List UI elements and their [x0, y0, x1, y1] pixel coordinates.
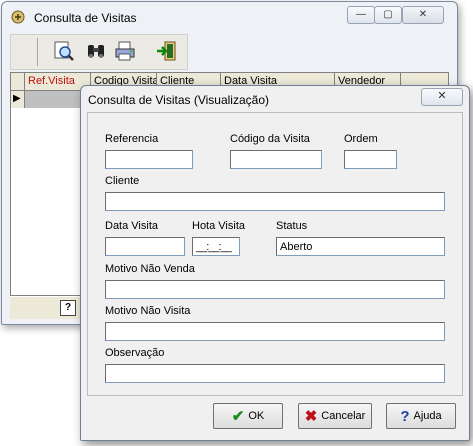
maximize-button[interactable]: ▢: [374, 6, 402, 24]
check-icon: ✔: [231, 407, 245, 425]
ajuda-button[interactable]: ? Ajuda: [386, 403, 456, 429]
cancel-icon: ✖: [304, 407, 318, 425]
dialog-titlebar[interactable]: Consulta de Visitas (Visualização) ✕: [81, 86, 469, 110]
motivo-nao-visita-label: Motivo Não Visita: [105, 305, 191, 317]
ok-button[interactable]: ✔ OK: [213, 403, 283, 429]
window-title: Consulta de Visitas: [34, 11, 137, 25]
ajuda-button-label: Ajuda: [413, 410, 442, 422]
motivo-nao-venda-field[interactable]: [105, 280, 445, 299]
help-icon: ?: [400, 407, 410, 425]
dialog-close-button[interactable]: ✕: [421, 88, 463, 106]
ordem-label: Ordem: [344, 133, 378, 145]
motivo-nao-visita-field[interactable]: [105, 322, 445, 341]
visualizacao-dialog: Consulta de Visitas (Visualização) ✕ Ref…: [80, 85, 470, 441]
toolbar-separator: [37, 38, 38, 66]
grid-corner: [11, 73, 25, 90]
referencia-field[interactable]: [105, 150, 193, 169]
row-indicator: ▶: [11, 91, 25, 108]
cliente-field[interactable]: [105, 192, 445, 211]
referencia-label: Referencia: [105, 133, 159, 145]
ordem-field[interactable]: [344, 150, 397, 169]
hora-visita-field[interactable]: [192, 237, 240, 256]
close-button[interactable]: ✕: [402, 6, 444, 24]
help-icon[interactable]: ?: [60, 300, 76, 316]
hora-visita-label: Hota Visita: [192, 220, 245, 232]
print-icon[interactable]: [114, 40, 136, 62]
status-field[interactable]: [276, 237, 445, 256]
minimize-button[interactable]: —: [347, 6, 375, 24]
observacao-label: Observação: [105, 347, 165, 359]
observacao-field[interactable]: [105, 364, 445, 383]
app-icon: [11, 10, 25, 24]
codigo-visita-field[interactable]: [230, 150, 322, 169]
dialog-button-bar: ✔ OK ✖ Cancelar ? Ajuda: [87, 398, 461, 434]
window-titlebar[interactable]: Consulta de Visitas — ▢ ✕: [2, 2, 457, 32]
find-icon[interactable]: [53, 40, 75, 62]
row-marker-icon: ▶: [13, 93, 21, 104]
dialog-title: Consulta de Visitas (Visualização): [88, 93, 269, 107]
data-visita-label: Data Visita: [105, 220, 158, 232]
motivo-nao-venda-label: Motivo Não Venda: [105, 263, 195, 275]
exit-icon[interactable]: [156, 40, 178, 62]
data-visita-field[interactable]: [105, 237, 185, 256]
cancelar-button[interactable]: ✖ Cancelar: [298, 403, 372, 429]
status-label: Status: [276, 220, 308, 232]
cliente-label: Cliente: [105, 175, 140, 187]
codigo-visita-label: Código da Visita: [230, 133, 310, 145]
dialog-form: Referencia Código da Visita Ordem Client…: [87, 112, 463, 396]
toolbar: [10, 34, 188, 70]
ok-button-label: OK: [248, 410, 265, 422]
cancelar-button-label: Cancelar: [321, 410, 366, 422]
binoculars-icon[interactable]: [85, 40, 107, 62]
